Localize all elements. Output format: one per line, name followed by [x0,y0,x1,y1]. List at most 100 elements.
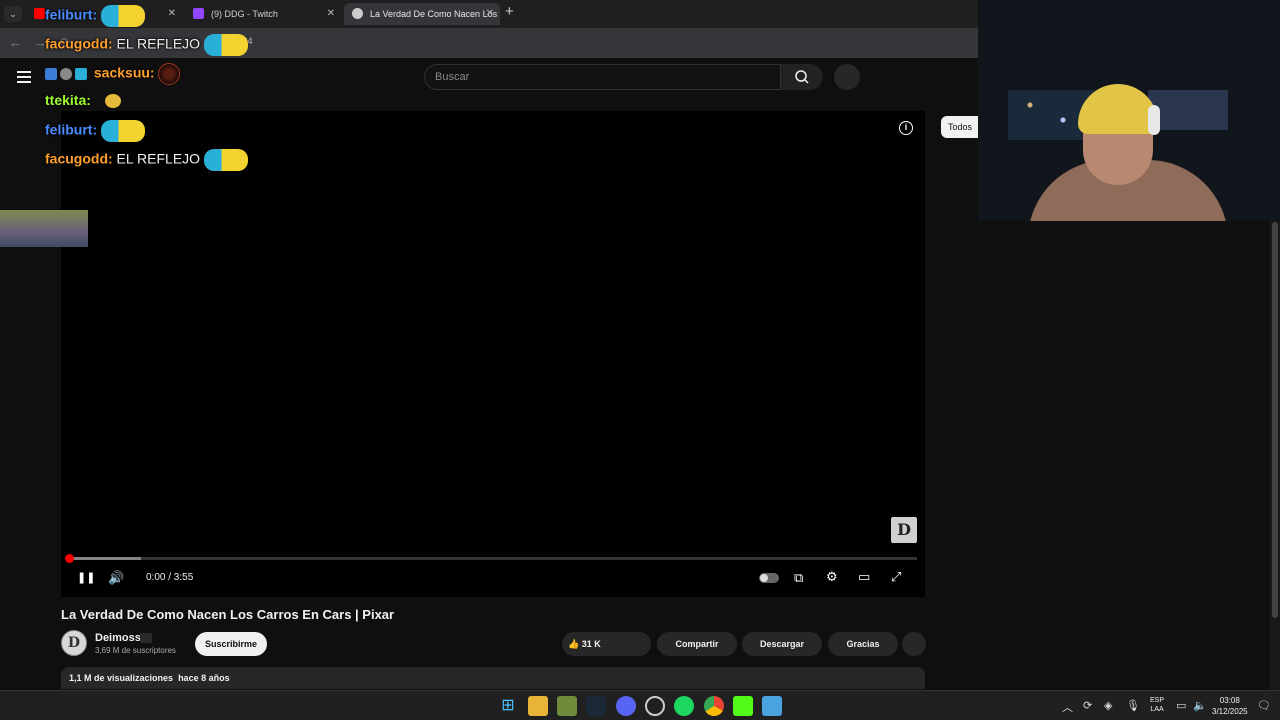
minecraft-icon[interactable] [557,696,577,716]
network-icon[interactable]: ▭ [1176,699,1186,712]
clock-date: 3/12/2025 [1212,707,1248,716]
discord-icon[interactable] [616,696,636,716]
tab-close-icon[interactable]: ✕ [486,3,494,25]
chat-username: facugodd: [45,35,113,52]
theater-mode-icon[interactable]: ▭ [858,569,870,585]
streamer-webcam [978,0,1280,221]
obs-icon[interactable] [645,696,665,716]
channel-watermark[interactable]: D [891,517,917,543]
scrollbar-thumb[interactable] [1272,222,1278,618]
chat-text: EL REFLEJO [116,150,201,167]
kick-icon[interactable] [733,696,753,716]
subscribe-button[interactable]: Suscribirme [195,632,267,656]
spotify-icon[interactable] [674,696,694,716]
notepad-icon[interactable] [762,696,782,716]
voice-search-button[interactable] [834,64,860,90]
new-tab-button[interactable]: + [505,3,514,20]
chat-username: ttekita: [45,92,91,108]
settings-icon[interactable]: ⚙ [826,569,838,585]
autoplay-toggle[interactable] [759,573,779,583]
volume-icon[interactable]: 🔊 [108,570,124,586]
sync-icon[interactable]: ⟳ [1083,699,1092,712]
language-indicator[interactable]: ESP LAA [1150,696,1164,714]
chat-message: sacksuu: [45,63,181,85]
chrome-icon[interactable] [704,696,724,716]
tray-overflow-icon[interactable]: ︿ [1062,699,1073,715]
more-actions-button[interactable] [902,632,926,656]
views-and-age: 1,1 M de visualizaciones hace 8 años [69,673,230,683]
chat-message: facugodd: EL REFLEJO [45,34,248,56]
file-explorer-icon[interactable] [528,696,548,716]
browser-tabstrip: ⌄ ✕ (9) DDG - Twitch ✕ La Verdad De Como… [0,0,978,28]
like-count: 31 K [581,639,601,649]
pin-badge-icon [45,68,57,80]
chat-username: feliburt: [45,6,98,23]
chat-message: facugodd: EL REFLEJO [45,149,248,171]
upload-age: hace 8 años [178,673,230,683]
menu-icon[interactable] [17,71,31,83]
chat-message: feliburt: [45,5,145,27]
video-player[interactable]: i D ❚❚ 🔊 0:00 / 3:55 ⧉ ⚙ ▭ ⤢ [61,111,925,597]
chip-todos[interactable]: Todos [941,116,979,138]
buffer-bar [69,557,142,560]
fullscreen-icon[interactable]: ⤢ [891,569,901,585]
channel-avatar[interactable]: D [61,630,87,656]
thanks-button[interactable]: Gracias [828,632,898,656]
page-favicon-icon [352,8,363,19]
twitch-favicon-icon [193,8,204,19]
gem-badge-icon [75,68,87,80]
tab-close-icon[interactable]: ✕ [168,3,176,25]
system-clock[interactable]: 03:08 3/12/2025 [1212,695,1248,717]
chat-message: feliburt: [45,120,145,142]
chat-text: EL REFLEJO [116,35,201,52]
screen: ⌄ ✕ (9) DDG - Twitch ✕ La Verdad De Como… [0,0,1280,720]
face-emote-icon [104,94,121,109]
subscriber-count: 3,69 M de suscriptores [95,646,176,655]
info-icon[interactable]: i [899,121,913,135]
progress-bar[interactable] [69,557,917,560]
tab-title: La Verdad De Como Nacen Los [370,9,498,19]
verified-badge-icon [140,633,152,643]
tab-active-video[interactable]: La Verdad De Como Nacen Los ✕ [344,3,500,25]
security-icon[interactable]: ◈ [1104,699,1112,712]
language-code: ESP [1150,697,1165,704]
back-icon[interactable]: ← [9,35,22,50]
like-button[interactable]: 👍 31 K [562,632,651,656]
channel-name[interactable]: Deimoss [95,632,141,644]
time-display: 0:00 / 3:55 [146,572,194,583]
pepe-emote-icon [203,34,248,56]
tab-twitch[interactable]: (9) DDG - Twitch ✕ [185,3,341,25]
search-button[interactable] [781,64,823,90]
pepe-emote-icon [101,120,145,142]
scrubber-handle[interactable] [65,554,74,563]
pepe-emote-icon [101,5,145,27]
chat-message: ttekita: [45,92,121,109]
microphone-icon[interactable]: 🎙 [1126,699,1140,712]
taskbar: ⊞ ︿ ⟳ ◈ 🎙 ESP LAA ▭ 🔈 03:08 3/12/2025 🗨 [0,690,1280,720]
sphere-badge-icon [60,68,72,80]
tab-close-icon[interactable]: ✕ [327,3,335,25]
pepe-emote-icon [203,149,248,171]
chat-username: feliburt: [45,121,98,138]
chat-username: sacksuu: [93,64,155,81]
orb-emote-icon [158,63,181,85]
volume-tray-icon[interactable]: 🔈 [1193,699,1207,712]
start-icon[interactable]: ⊞ [498,696,518,716]
tab-search-menu-button[interactable]: ⌄ [4,6,22,22]
thumbs-up-icon: 👍 [568,639,580,649]
subtitles-icon[interactable]: ⧉ [794,570,803,586]
chat-username: facugodd: [45,150,113,167]
download-button[interactable]: Descargar [742,632,822,656]
notifications-icon[interactable]: 🗨 [1257,699,1271,712]
clock-time: 03:08 [1219,696,1240,705]
share-button[interactable]: Compartir [657,632,737,656]
view-count: 1,1 M de visualizaciones [69,673,174,683]
headset-icon [1148,105,1160,135]
tab-title: (9) DDG - Twitch [211,9,278,19]
clip-thumbnail [0,210,88,247]
pause-icon[interactable]: ❚❚ [77,571,95,584]
description-box[interactable]: 1,1 M de visualizaciones hace 8 años [61,667,925,689]
search-icon [795,70,809,84]
steam-icon[interactable] [586,696,606,716]
search-input[interactable]: Buscar [424,64,781,90]
